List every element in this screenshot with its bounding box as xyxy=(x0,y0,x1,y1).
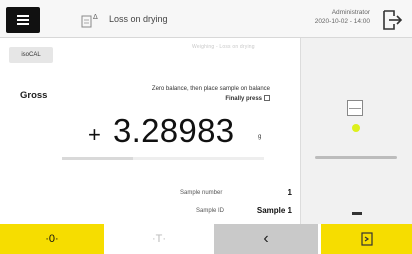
user-name: Administrator xyxy=(331,9,370,16)
chevron-left-icon: ‹ xyxy=(263,230,269,247)
tare-button-label: ·T· xyxy=(151,233,167,245)
sample-id-label: Sample ID xyxy=(196,208,225,214)
weight-sign: + xyxy=(88,122,101,147)
status-text: Weighing - Loss on drying xyxy=(192,44,255,50)
isocal-button[interactable]: isoCAL xyxy=(9,47,53,63)
capacity-bar xyxy=(315,156,397,159)
header-bar: Δ Loss on drying Administrator 2020-10-0… xyxy=(0,0,412,38)
tolerance-marker-icon xyxy=(352,212,362,215)
sample-number-label: Sample number xyxy=(180,190,223,196)
weighing-progress-fill xyxy=(62,157,133,160)
datetime: 2020-10-02 - 14:00 xyxy=(314,18,370,25)
weight-unit: g xyxy=(258,134,262,140)
zero-button[interactable]: ·0· xyxy=(0,224,104,254)
menu-button[interactable] xyxy=(6,7,40,33)
instruction-line-2: Finally press xyxy=(152,94,270,104)
balance-status-panel xyxy=(300,38,412,224)
app-title: Loss on drying xyxy=(109,14,168,24)
menu-icon-line xyxy=(17,15,29,17)
stability-indicator-icon xyxy=(352,124,360,132)
logout-icon[interactable] xyxy=(380,7,404,33)
weighing-progress-bar xyxy=(62,157,264,160)
next-step-icon xyxy=(360,232,373,246)
menu-icon-line xyxy=(17,19,29,21)
instruction-text: Zero balance, then place sample on balan… xyxy=(152,84,270,104)
sample-number-value: 1 xyxy=(287,188,292,197)
weighing-pan-icon xyxy=(347,100,363,116)
gross-label: Gross xyxy=(20,90,48,101)
weight-value: 3.28983 xyxy=(113,112,235,149)
next-button[interactable] xyxy=(321,224,412,254)
user-info: Administrator 2020-10-02 - 14:00 xyxy=(315,8,370,26)
bottom-action-bar: ·0· ·T· ‹ xyxy=(0,224,412,254)
svg-text:Δ: Δ xyxy=(93,13,98,21)
instruction-line-2-text: Finally press xyxy=(225,96,262,102)
next-step-icon xyxy=(264,95,270,102)
sample-id-value[interactable]: Sample 1 xyxy=(230,206,292,215)
menu-icon-line xyxy=(17,23,29,25)
tare-button[interactable]: ·T· xyxy=(107,224,211,254)
document-delta-icon: Δ xyxy=(81,13,98,28)
zero-button-label: ·0· xyxy=(45,233,59,245)
back-button[interactable]: ‹ xyxy=(214,224,318,254)
instruction-line-1: Zero balance, then place sample on balan… xyxy=(151,86,270,92)
